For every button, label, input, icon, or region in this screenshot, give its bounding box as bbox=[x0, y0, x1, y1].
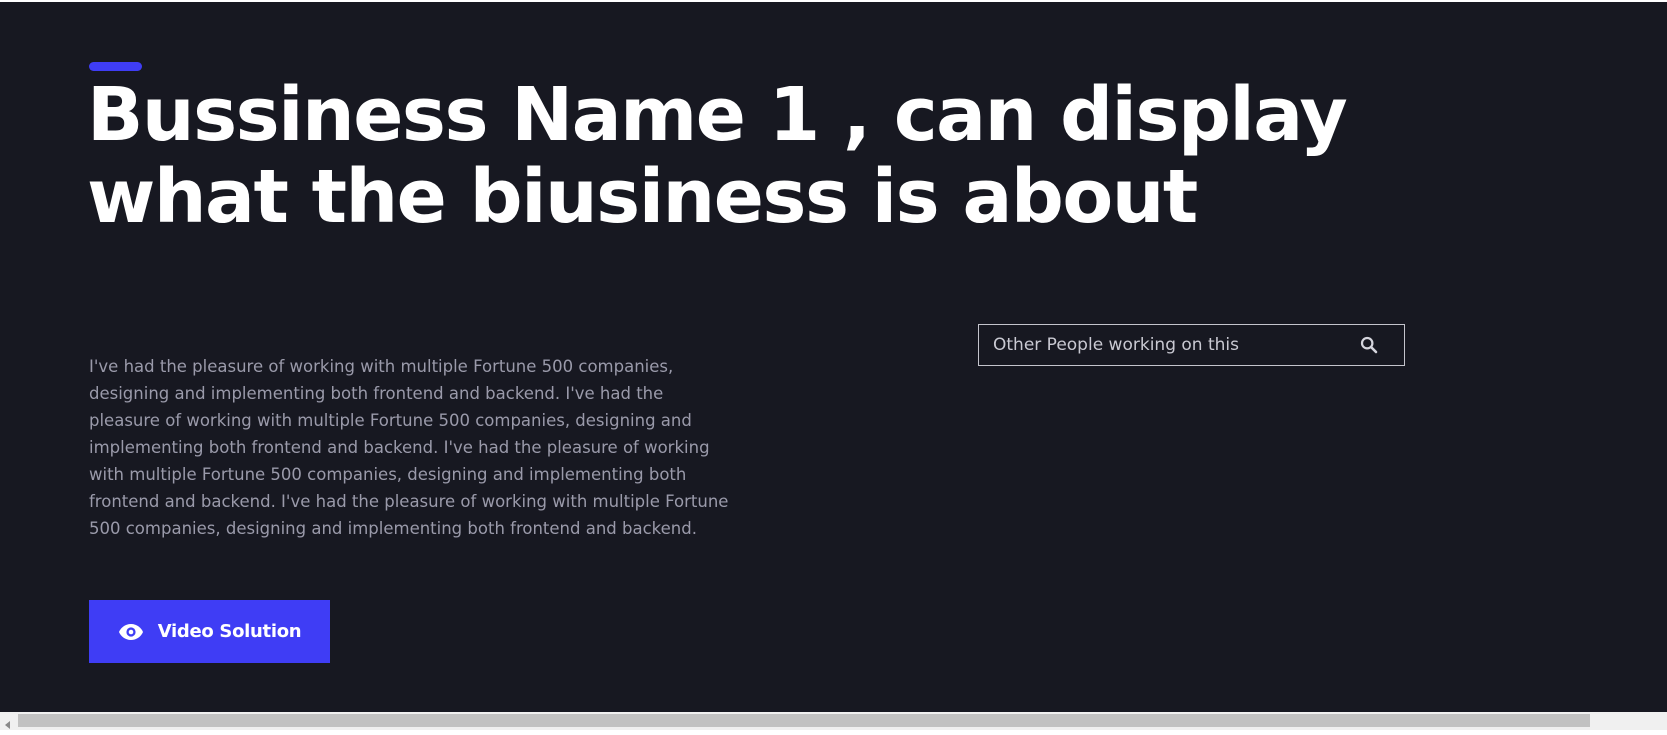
video-solution-label: Video Solution bbox=[157, 621, 302, 642]
scrollbar-thumb[interactable] bbox=[18, 714, 1590, 727]
hero-section: Bussiness Name 1 , can display what the … bbox=[0, 2, 1667, 712]
search-input[interactable] bbox=[979, 325, 1334, 365]
page-title: Bussiness Name 1 , can display what the … bbox=[87, 72, 1348, 240]
horizontal-scrollbar[interactable] bbox=[0, 712, 1667, 730]
search-box bbox=[978, 324, 1405, 366]
eye-icon bbox=[118, 623, 144, 641]
video-solution-button[interactable]: Video Solution bbox=[89, 600, 330, 663]
accent-bar bbox=[89, 62, 142, 71]
scroll-left-arrow-icon[interactable] bbox=[2, 716, 14, 729]
search-icon[interactable] bbox=[1334, 325, 1404, 365]
hero-description: I've had the pleasure of working with mu… bbox=[89, 357, 729, 538]
